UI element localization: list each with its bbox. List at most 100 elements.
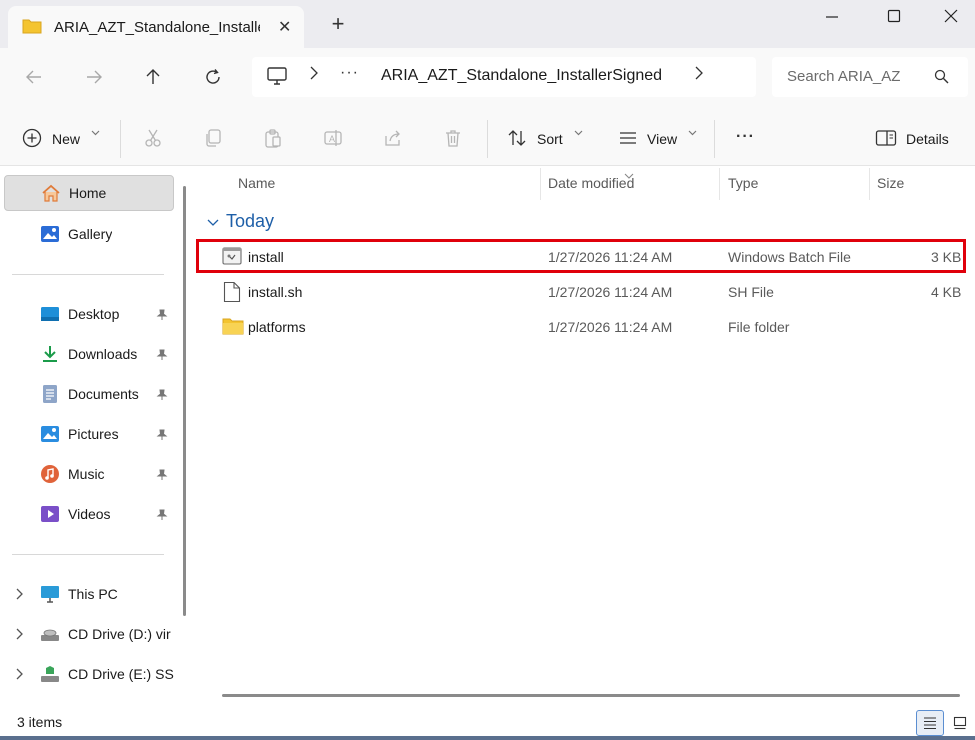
toolbar-divider bbox=[714, 120, 715, 158]
pin-icon[interactable] bbox=[156, 348, 168, 364]
documents-icon bbox=[40, 384, 60, 404]
column-divider[interactable] bbox=[869, 168, 870, 200]
cut-icon[interactable] bbox=[141, 126, 165, 150]
downloads-icon bbox=[40, 344, 60, 364]
group-heading-today[interactable]: Today bbox=[226, 211, 274, 232]
sidebar-item-label: Videos bbox=[68, 506, 111, 522]
sidebar-item-downloads[interactable]: Downloads bbox=[12, 336, 174, 372]
delete-icon[interactable] bbox=[441, 126, 465, 150]
sidebar-item-label: Desktop bbox=[68, 306, 120, 322]
sidebar-item-music[interactable]: Music bbox=[12, 456, 174, 492]
chevron-down-icon bbox=[688, 128, 697, 139]
back-button[interactable] bbox=[19, 62, 49, 92]
tab-active[interactable]: ARIA_AZT_Standalone_Installe ✕ bbox=[8, 6, 304, 48]
sidebar-item-videos[interactable]: Videos bbox=[12, 496, 174, 532]
chevron-right-icon[interactable] bbox=[695, 66, 703, 83]
sidebar-item-label: CD Drive (E:) SSS bbox=[68, 666, 174, 682]
details-button[interactable]: Details bbox=[906, 131, 949, 147]
paste-icon[interactable] bbox=[261, 126, 285, 150]
column-header-date-modified[interactable]: Date modified bbox=[548, 175, 634, 191]
pin-icon[interactable] bbox=[156, 308, 168, 324]
view-button[interactable]: View bbox=[647, 131, 677, 147]
sort-icon[interactable] bbox=[505, 126, 529, 150]
close-tab-icon[interactable]: ✕ bbox=[278, 17, 291, 37]
sidebar-item-home[interactable]: Home bbox=[4, 175, 174, 211]
sidebar-item-label: Documents bbox=[68, 386, 139, 402]
sidebar-divider bbox=[12, 274, 164, 275]
file-name[interactable]: install bbox=[248, 249, 284, 265]
close-window-button[interactable] bbox=[922, 0, 975, 32]
sidebar-item-cd-drive-d[interactable]: CD Drive (D:) vir bbox=[12, 616, 174, 652]
file-type: Windows Batch File bbox=[728, 249, 851, 265]
details-view-button[interactable] bbox=[916, 710, 944, 736]
sidebar-item-this-pc[interactable]: This PC bbox=[12, 576, 174, 612]
file-date: 1/27/2026 11:24 AM bbox=[548, 284, 673, 300]
taskbar-edge bbox=[0, 736, 975, 740]
desktop-icon bbox=[40, 304, 60, 324]
status-bar bbox=[0, 706, 975, 740]
collapse-group-icon[interactable] bbox=[207, 214, 219, 230]
batch-file-icon bbox=[222, 247, 242, 268]
new-tab-button[interactable]: + bbox=[326, 12, 350, 36]
chevron-right-icon[interactable] bbox=[310, 66, 318, 83]
up-button[interactable] bbox=[138, 62, 168, 92]
share-icon[interactable] bbox=[381, 126, 405, 150]
file-icon bbox=[223, 281, 241, 306]
search-icon bbox=[934, 69, 949, 87]
breadcrumb-overflow-button[interactable]: ··· bbox=[340, 64, 359, 82]
pin-icon[interactable] bbox=[156, 428, 168, 444]
sort-button[interactable]: Sort bbox=[537, 131, 563, 147]
videos-icon bbox=[40, 504, 60, 524]
sidebar-item-label: Home bbox=[69, 185, 107, 201]
sidebar-item-label: Gallery bbox=[68, 226, 113, 242]
sidebar-item-label: This PC bbox=[68, 586, 118, 602]
new-plus-icon[interactable] bbox=[20, 126, 44, 150]
sidebar-item-gallery[interactable]: Gallery bbox=[12, 216, 174, 252]
sidebar-scrollbar[interactable] bbox=[183, 186, 186, 616]
details-pane-icon[interactable] bbox=[874, 126, 898, 150]
file-size: 3 KB bbox=[931, 249, 962, 265]
sidebar-item-documents[interactable]: Documents bbox=[12, 376, 174, 412]
sidebar-item-label: Downloads bbox=[68, 346, 138, 362]
tiles-view-button[interactable] bbox=[946, 710, 974, 736]
column-header-type[interactable]: Type bbox=[728, 175, 758, 191]
rename-icon[interactable]: A bbox=[321, 126, 345, 150]
file-name[interactable]: platforms bbox=[248, 319, 306, 335]
file-type: File folder bbox=[728, 319, 790, 335]
sidebar-item-pictures[interactable]: Pictures bbox=[12, 416, 174, 452]
copy-icon[interactable] bbox=[201, 126, 225, 150]
new-button[interactable]: New bbox=[52, 131, 80, 147]
search-input[interactable]: Search ARIA_AZ bbox=[787, 68, 900, 85]
item-count: 3 items bbox=[17, 714, 63, 730]
forward-button[interactable] bbox=[79, 62, 109, 92]
cd-drive-icon bbox=[40, 624, 60, 644]
maximize-button[interactable] bbox=[865, 0, 923, 32]
column-divider[interactable] bbox=[719, 168, 720, 200]
more-options-button[interactable]: ··· bbox=[736, 128, 755, 146]
sidebar-item-label: Pictures bbox=[68, 426, 119, 442]
horizontal-scrollbar[interactable] bbox=[222, 694, 960, 697]
file-name[interactable]: install.sh bbox=[248, 284, 302, 300]
gallery-icon bbox=[40, 224, 60, 244]
sidebar-item-desktop[interactable]: Desktop bbox=[12, 296, 174, 332]
monitor-icon bbox=[40, 584, 60, 604]
view-icon[interactable] bbox=[616, 126, 640, 150]
refresh-button[interactable] bbox=[198, 62, 228, 92]
minimize-button[interactable] bbox=[803, 0, 861, 32]
pin-icon[interactable] bbox=[156, 388, 168, 404]
column-header-name[interactable]: Name bbox=[238, 175, 275, 191]
folder-icon bbox=[222, 317, 244, 338]
column-header-size[interactable]: Size bbox=[877, 175, 904, 191]
breadcrumb-current-folder[interactable]: ARIA_AZT_Standalone_InstallerSigned bbox=[381, 67, 662, 85]
column-divider[interactable] bbox=[540, 168, 541, 200]
cd-drive-icon bbox=[40, 664, 60, 684]
toolbar-divider bbox=[487, 120, 488, 158]
pin-icon[interactable] bbox=[156, 468, 168, 484]
file-type: SH File bbox=[728, 284, 774, 300]
sidebar-item-cd-drive-e[interactable]: CD Drive (E:) SSS bbox=[12, 656, 174, 692]
home-icon bbox=[41, 183, 61, 203]
pin-icon[interactable] bbox=[156, 508, 168, 524]
file-date: 1/27/2026 11:24 AM bbox=[548, 249, 673, 265]
file-date: 1/27/2026 11:24 AM bbox=[548, 319, 673, 335]
sidebar-item-label: CD Drive (D:) vir bbox=[68, 626, 171, 642]
